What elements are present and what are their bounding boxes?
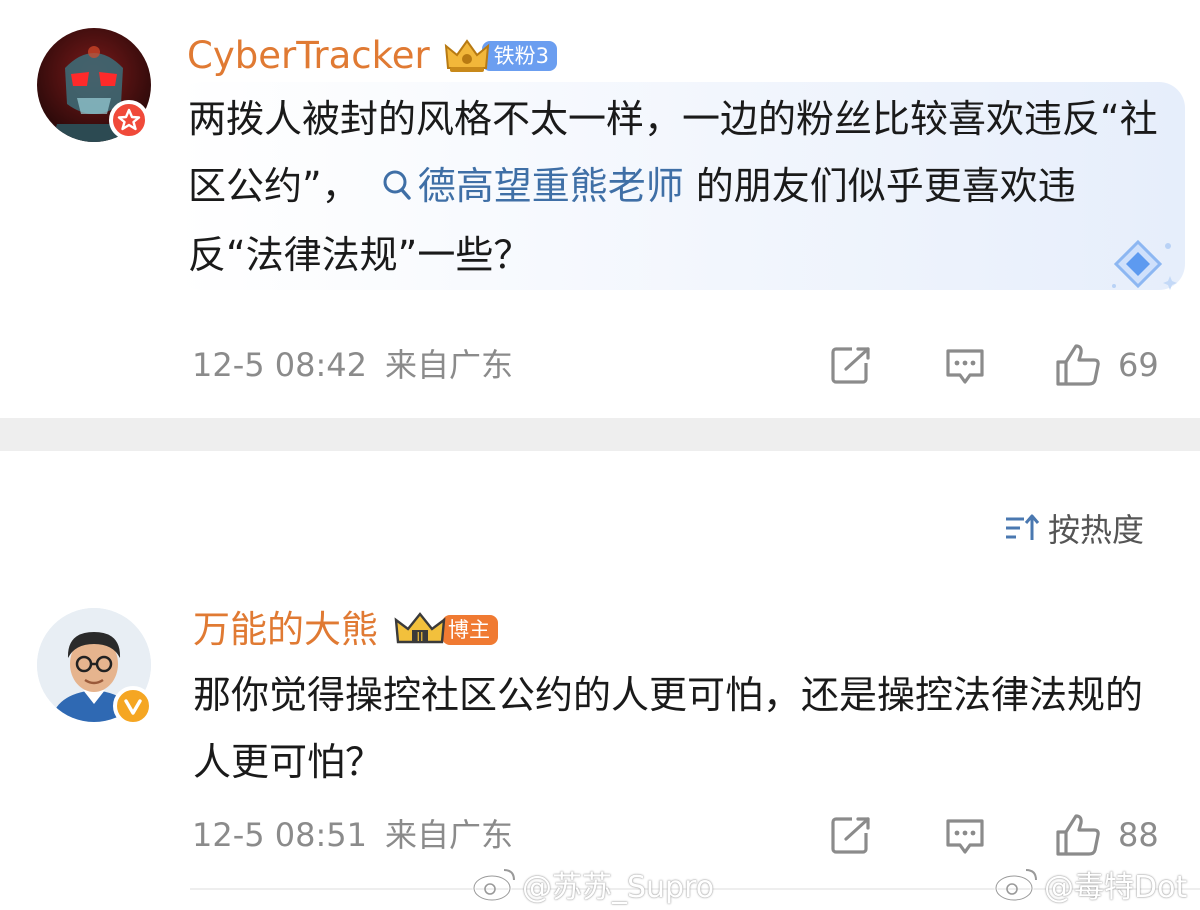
crown-icon [444, 39, 489, 72]
comment-text: 那你觉得操控社区公约的人更可怕，还是操控法律法规的人更可怕？ [193, 673, 1144, 784]
hashtag-link[interactable]: 德高望重熊老师 [360, 164, 684, 208]
watermark-2-text: @毒特Dot [1044, 870, 1188, 905]
svg-text:II: II [416, 630, 423, 644]
sort-by-hot-button[interactable]: 按热度 [1004, 505, 1144, 551]
fan-level-badge: 铁粉3 [444, 39, 558, 72]
comment-meta: 12-5 08:51 来自广东 [192, 815, 513, 855]
thumbs-up-icon [1056, 814, 1100, 856]
comment-text: 两拨人被封的风格不太一样，一边的粉丝比较喜欢违反“社区公约”， 德高望重熊老师 … [188, 86, 1158, 289]
blogger-badge-label: 博主 [442, 615, 498, 645]
share-button[interactable] [830, 345, 872, 385]
section-divider [0, 418, 1200, 451]
watermark-1-text: @苏苏_Supro [522, 870, 715, 905]
search-icon [382, 155, 412, 222]
watermark-1: @苏苏_Supro [472, 862, 714, 906]
thumbs-up-icon [1056, 344, 1100, 386]
comment-location: 来自广东 [385, 816, 514, 854]
like-button[interactable]: 69 [1054, 342, 1159, 388]
comment-card-1: CyberTracker 铁粉3 两拨人被封的风格不太一样，一边的粉丝比较喜欢违… [0, 0, 1200, 418]
username[interactable]: CyberTracker [187, 34, 430, 78]
blogger-badge: II 博主 [394, 612, 498, 646]
crown-icon: II [394, 612, 446, 644]
username[interactable]: 万能的大熊 [193, 608, 378, 652]
comment-time: 12-5 08:51 [192, 816, 368, 854]
hashtag-label[interactable]: 德高望重熊老师 [418, 164, 684, 208]
comment-bubble-icon [946, 819, 984, 854]
verified-v-badge-icon [113, 686, 153, 726]
share-icon [831, 817, 870, 854]
like-count: 69 [1118, 346, 1159, 384]
comment-card-2: 万能的大熊 II 博主 那你觉得操控社区公约的人更可怕，还是操控法律法规的人更可… [0, 590, 1200, 890]
like-button[interactable]: 88 [1054, 812, 1159, 858]
watermark-2: @毒特Dot [994, 862, 1187, 906]
comment-time: 12-5 08:42 [192, 346, 368, 384]
reply-button[interactable] [944, 347, 986, 387]
comment-location: 来自广东 [385, 346, 514, 384]
share-icon [831, 347, 870, 384]
reply-button[interactable] [944, 817, 986, 857]
comment-bubble-icon [946, 349, 984, 384]
comment-meta: 12-5 08:42 来自广东 [192, 345, 513, 385]
like-count: 88 [1118, 816, 1159, 854]
weibo-logo-icon [472, 869, 515, 902]
red-star-verified-badge-icon [109, 100, 149, 140]
fan-badge-label: 铁粉3 [481, 41, 558, 71]
share-button[interactable] [830, 815, 872, 855]
sort-icon [1006, 514, 1040, 540]
sort-label[interactable]: 按热度 [1048, 505, 1144, 551]
weibo-logo-icon [994, 869, 1037, 902]
